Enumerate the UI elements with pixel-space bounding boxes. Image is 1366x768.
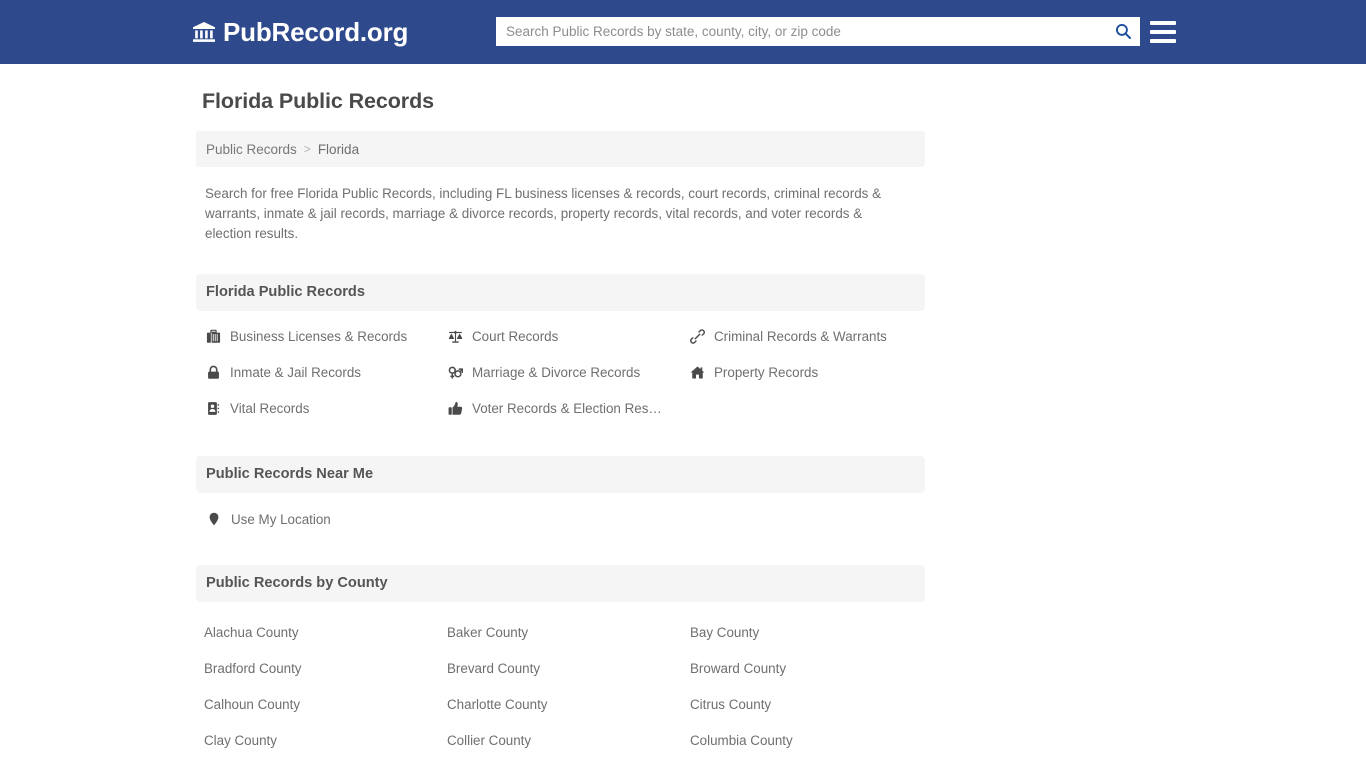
county-link[interactable]: Broward County <box>682 651 925 687</box>
main-content: Florida Public Records Public Records > … <box>196 64 925 768</box>
thumbs-up-icon <box>447 401 463 417</box>
breadcrumb-current-florida: Florida <box>317 141 360 157</box>
record-link-label: Vital Records <box>230 401 310 417</box>
record-link-vital-records[interactable]: Vital Records <box>196 391 438 427</box>
county-link[interactable]: Bay County <box>682 615 925 651</box>
page-body: Florida Public Records Public Records > … <box>0 64 1366 768</box>
record-category-grid: Business Licenses & Records Court Record… <box>196 311 925 427</box>
county-link[interactable]: Dixie County <box>439 759 682 768</box>
bank-icon <box>192 20 216 44</box>
hamburger-menu-icon-bar <box>1150 21 1176 25</box>
record-link-label: Court Records <box>472 329 559 345</box>
county-link[interactable]: Collier County <box>439 723 682 759</box>
site-logo-text: PubRecord.org <box>223 17 409 47</box>
handcuffs-link-icon <box>689 329 705 345</box>
county-link[interactable]: Brevard County <box>439 651 682 687</box>
site-header: PubRecord.org <box>0 0 1366 64</box>
record-link-label: Criminal Records & Warrants <box>714 329 887 345</box>
county-link[interactable]: Alachua County <box>196 615 439 651</box>
county-link[interactable]: Bradford County <box>196 651 439 687</box>
county-link[interactable]: Clay County <box>196 723 439 759</box>
breadcrumb: Public Records > Florida <box>196 131 925 167</box>
search-icon <box>1114 22 1133 41</box>
balance-scale-icon <box>447 329 463 345</box>
venus-mars-icon <box>447 365 463 381</box>
county-link[interactable]: Duval County <box>682 759 925 768</box>
lock-icon <box>205 365 221 381</box>
record-link-court-records[interactable]: Court Records <box>438 319 680 355</box>
near-me-label: Use My Location <box>231 511 331 527</box>
record-link-inmate-jail-records[interactable]: Inmate & Jail Records <box>196 355 438 391</box>
record-link-property-records[interactable]: Property Records <box>680 355 922 391</box>
county-link[interactable]: Columbia County <box>682 723 925 759</box>
county-grid: Alachua County Baker County Bay County B… <box>196 602 925 768</box>
record-link-label: Inmate & Jail Records <box>230 365 361 381</box>
county-link[interactable]: Citrus County <box>682 687 925 723</box>
map-marker-icon <box>206 511 222 527</box>
county-link[interactable]: Calhoun County <box>196 687 439 723</box>
record-link-marriage-divorce-records[interactable]: Marriage & Divorce Records <box>438 355 680 391</box>
page-title: Florida Public Records <box>202 89 434 113</box>
section-header-florida-public-records: Florida Public Records <box>196 273 925 311</box>
record-link-label: Marriage & Divorce Records <box>472 365 641 381</box>
site-logo[interactable]: PubRecord.org <box>192 18 408 46</box>
record-link-criminal-records[interactable]: Criminal Records & Warrants <box>680 319 922 355</box>
record-link-label: Business Licenses & Records <box>230 329 408 345</box>
section-header-public-records-by-county: Public Records by County <box>196 564 925 602</box>
county-link[interactable]: DeSoto County <box>196 759 439 768</box>
search-input[interactable] <box>496 17 1106 46</box>
record-link-business-licenses[interactable]: Business Licenses & Records <box>196 319 438 355</box>
use-my-location-link[interactable]: Use My Location <box>196 503 925 536</box>
id-card-icon <box>205 401 221 417</box>
record-link-label: Voter Records & Election Res… <box>472 401 662 417</box>
home-icon <box>689 365 705 381</box>
near-me-list: Use My Location <box>196 493 925 536</box>
record-link-voter-records[interactable]: Voter Records & Election Res… <box>438 391 680 427</box>
briefcase-icon <box>205 329 221 345</box>
county-link[interactable]: Charlotte County <box>439 687 682 723</box>
search-bar <box>496 17 1140 46</box>
record-link-label: Property Records <box>714 365 819 381</box>
hamburger-menu-icon-bar <box>1150 30 1176 34</box>
section-header-public-records-near-me: Public Records Near Me <box>196 455 925 493</box>
breadcrumb-separator: > <box>303 142 311 156</box>
search-button[interactable] <box>1106 17 1140 46</box>
hamburger-menu-button[interactable] <box>1150 18 1176 46</box>
county-link[interactable]: Baker County <box>439 615 682 651</box>
breadcrumb-link-public-records[interactable]: Public Records <box>206 142 297 157</box>
hamburger-menu-icon-bar <box>1150 39 1176 43</box>
page-intro-text: Search for free Florida Public Records, … <box>205 186 882 242</box>
